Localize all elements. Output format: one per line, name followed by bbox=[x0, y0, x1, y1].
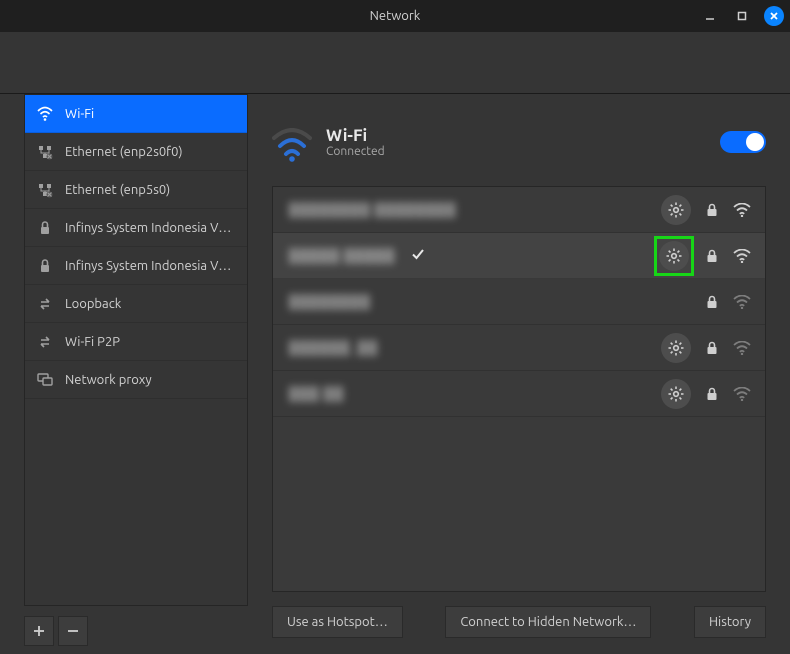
add-connection-button[interactable] bbox=[24, 616, 54, 646]
wifi-toggle-wrap bbox=[720, 131, 766, 153]
close-button[interactable] bbox=[764, 6, 784, 26]
bottom-button-bar: Use as Hotspot… Connect to Hidden Networ… bbox=[272, 606, 766, 646]
lock-icon bbox=[705, 387, 719, 401]
lock-icon bbox=[705, 341, 719, 355]
network-row[interactable]: █████ █████ bbox=[273, 233, 765, 279]
network-ssid: ███ ██ bbox=[289, 386, 344, 401]
sidebar-item-proxy[interactable]: Network proxy bbox=[25, 361, 247, 399]
minimize-button[interactable] bbox=[700, 6, 720, 26]
network-row-actions bbox=[661, 195, 751, 225]
sidebar-item-label: Network proxy bbox=[65, 373, 152, 387]
use-as-hotspot-button[interactable]: Use as Hotspot… bbox=[272, 606, 403, 638]
network-row[interactable]: ██████_██ bbox=[273, 325, 765, 371]
loopback-icon bbox=[37, 334, 53, 350]
network-ssid: ██████_██ bbox=[289, 340, 378, 355]
network-ssid: ████████ ████████ bbox=[289, 202, 456, 217]
gear-icon bbox=[668, 340, 684, 356]
sidebar-item-label: Ethernet (enp5s0) bbox=[65, 183, 170, 197]
network-row[interactable]: ████████ ████████ bbox=[273, 187, 765, 233]
vpn-icon bbox=[37, 258, 53, 274]
signal-weak-icon bbox=[733, 295, 751, 309]
connection-list: Wi-Fi Ethernet (enp2s0f0) Ethernet (enp5… bbox=[24, 94, 248, 606]
panel-subtitle: Connected bbox=[326, 145, 385, 158]
network-row[interactable]: ████████ bbox=[273, 279, 765, 325]
vpn-icon bbox=[37, 220, 53, 236]
sidebar: Wi-Fi Ethernet (enp2s0f0) Ethernet (enp5… bbox=[0, 94, 256, 654]
sidebar-item-label: Loopback bbox=[65, 297, 121, 311]
sidebar-item-wifi-p2p[interactable]: Wi-Fi P2P bbox=[25, 323, 247, 361]
signal-weak-icon bbox=[733, 341, 751, 355]
signal-strong-icon bbox=[733, 203, 751, 217]
sidebar-item-label: Wi-Fi P2P bbox=[65, 335, 120, 349]
network-row-actions bbox=[661, 379, 751, 409]
network-ssid: ████████ bbox=[289, 294, 371, 309]
sidebar-toolbar bbox=[24, 616, 248, 646]
history-button[interactable]: History bbox=[694, 606, 766, 638]
network-row-actions bbox=[705, 295, 751, 309]
sidebar-item-vpn-2[interactable]: Infinys System Indonesia VPN 43 … bbox=[25, 247, 247, 285]
sidebar-item-wifi[interactable]: Wi-Fi bbox=[25, 95, 247, 133]
network-row-actions bbox=[661, 333, 751, 363]
lock-icon bbox=[705, 249, 719, 263]
proxy-icon bbox=[37, 372, 53, 388]
sidebar-item-ethernet-2[interactable]: Ethernet (enp5s0) bbox=[25, 171, 247, 209]
wifi-header-text: Wi-Fi Connected bbox=[326, 126, 385, 158]
gear-icon bbox=[668, 202, 684, 218]
ethernet-disconnected-icon bbox=[37, 182, 53, 198]
connect-hidden-network-button[interactable]: Connect to Hidden Network… bbox=[445, 606, 651, 638]
sidebar-item-label: Infinys System Indonesia VPN 43 … bbox=[65, 259, 235, 273]
wifi-large-icon bbox=[272, 122, 312, 162]
connected-check-icon bbox=[411, 247, 425, 265]
network-ssid: █████ █████ bbox=[289, 248, 395, 263]
panel-title: Wi-Fi bbox=[326, 126, 385, 145]
remove-connection-button[interactable] bbox=[58, 616, 88, 646]
gear-icon bbox=[666, 248, 682, 264]
loopback-icon bbox=[37, 296, 53, 312]
maximize-button[interactable] bbox=[732, 6, 752, 26]
ethernet-disconnected-icon bbox=[37, 144, 53, 160]
sidebar-item-label: Infinys System Indonesia VPN bbox=[65, 221, 235, 235]
titlebar: Network bbox=[0, 0, 790, 32]
network-row-actions bbox=[657, 239, 751, 273]
signal-weak-icon bbox=[733, 387, 751, 401]
signal-strong-icon bbox=[733, 249, 751, 263]
sidebar-item-label: Ethernet (enp2s0f0) bbox=[65, 145, 183, 159]
toolbar-strip bbox=[0, 32, 790, 94]
sidebar-item-label: Wi-Fi bbox=[65, 107, 94, 121]
window-title: Network bbox=[0, 9, 790, 23]
network-row[interactable]: ███ ██ bbox=[273, 371, 765, 417]
window-controls bbox=[700, 0, 784, 32]
sidebar-item-loopback[interactable]: Loopback bbox=[25, 285, 247, 323]
lock-icon bbox=[705, 295, 719, 309]
network-settings-button[interactable] bbox=[661, 333, 691, 363]
wifi-toggle[interactable] bbox=[720, 131, 766, 153]
network-settings-button[interactable] bbox=[661, 379, 691, 409]
content-panel: Wi-Fi Connected ████████ ████████ ███ bbox=[256, 94, 790, 654]
spacer bbox=[669, 606, 676, 638]
main-area: Wi-Fi Ethernet (enp2s0f0) Ethernet (enp5… bbox=[0, 94, 790, 654]
minus-icon bbox=[66, 624, 80, 638]
lock-icon bbox=[705, 203, 719, 217]
wifi-icon bbox=[37, 106, 53, 122]
plus-icon bbox=[32, 624, 46, 638]
gear-icon bbox=[668, 386, 684, 402]
spacer bbox=[421, 606, 428, 638]
sidebar-item-vpn-1[interactable]: Infinys System Indonesia VPN bbox=[25, 209, 247, 247]
sidebar-item-ethernet-1[interactable]: Ethernet (enp2s0f0) bbox=[25, 133, 247, 171]
network-settings-button[interactable] bbox=[657, 239, 691, 273]
wifi-header: Wi-Fi Connected bbox=[272, 118, 766, 162]
network-list: ████████ ████████ █████ █████ bbox=[272, 186, 766, 592]
network-settings-button[interactable] bbox=[661, 195, 691, 225]
